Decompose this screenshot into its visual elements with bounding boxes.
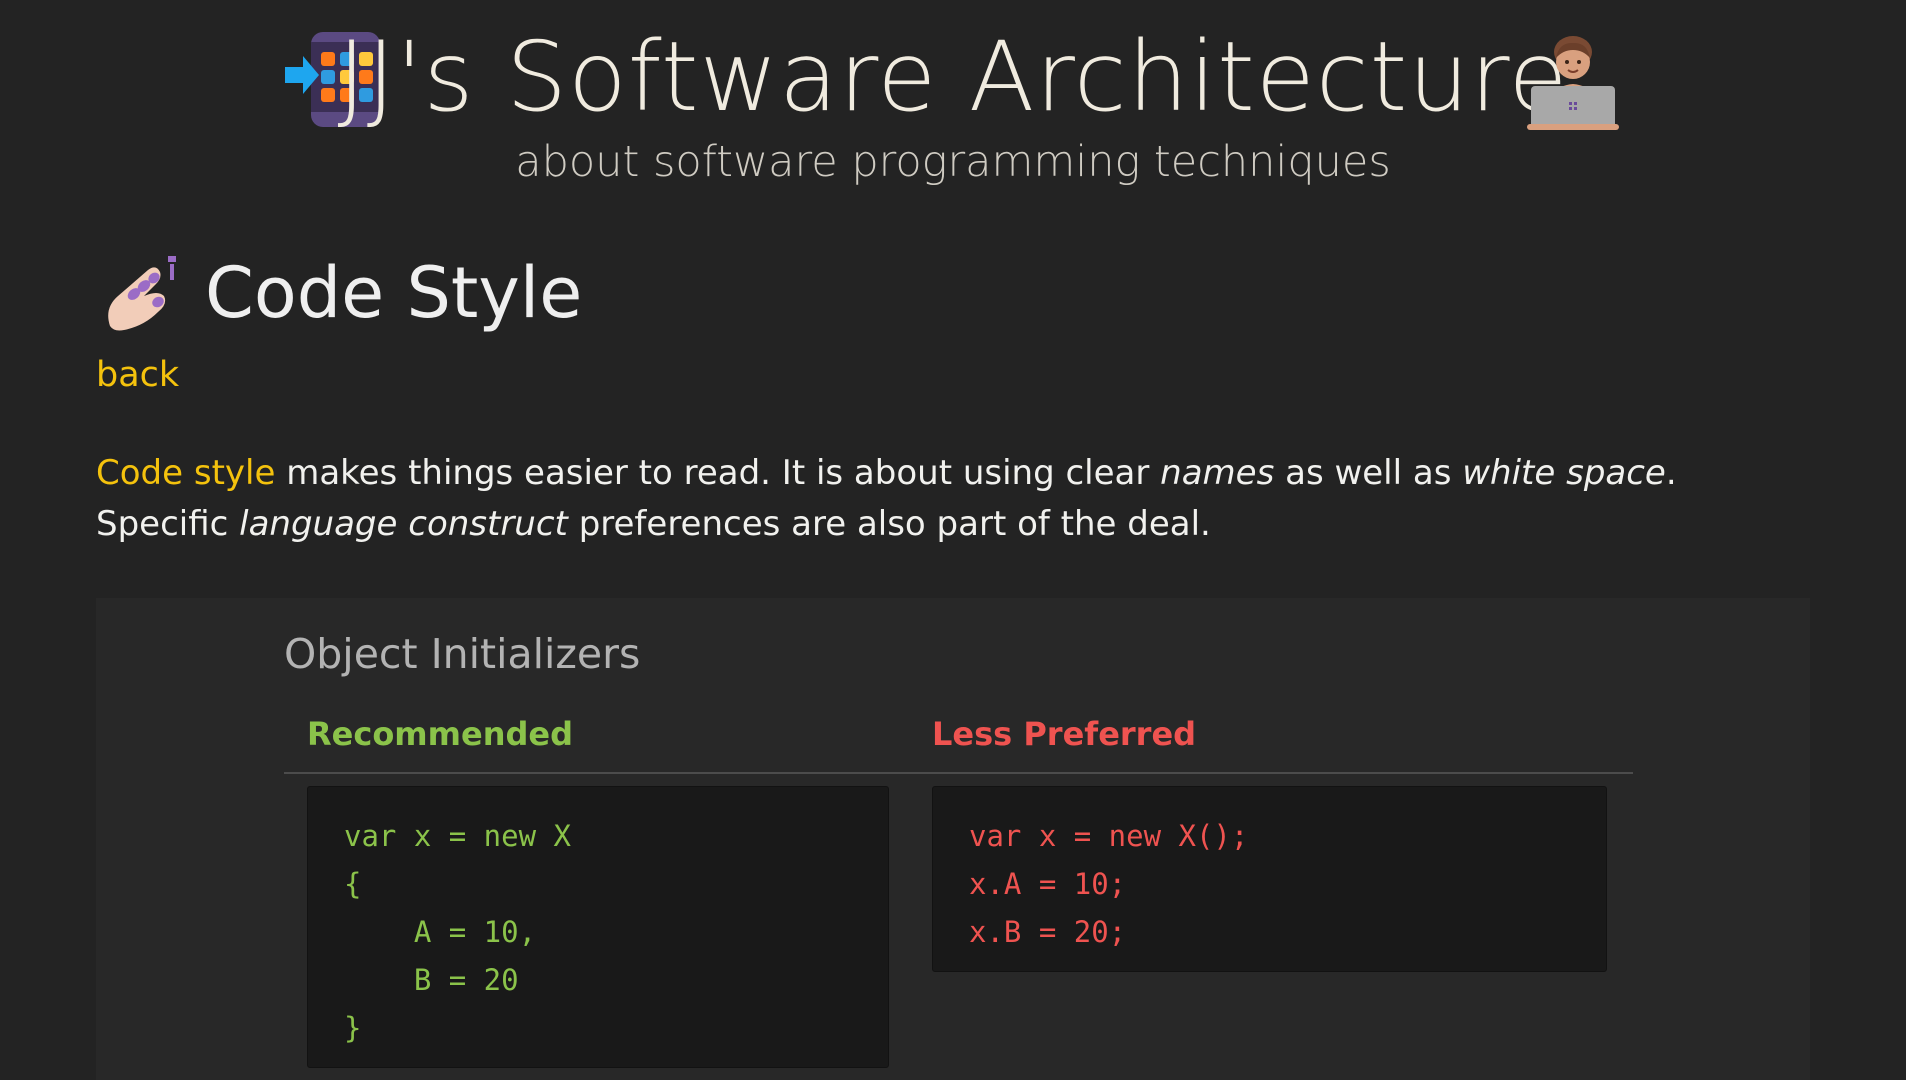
intro-text-4: Specific xyxy=(96,504,240,544)
intro-text-2: as well as xyxy=(1274,453,1463,493)
recommended-code-block: var x = new X { A = 10, B = 20 } xyxy=(307,786,889,1068)
intro-text-3: . xyxy=(1665,453,1677,493)
technologist-laptop-icon xyxy=(1527,36,1619,130)
column-divider xyxy=(284,772,1633,774)
intro-emphasis-white-space: white space xyxy=(1462,453,1666,493)
code-style-term: Code style xyxy=(96,453,276,493)
panel-title: Object Initializers xyxy=(284,630,641,678)
intro-text-1: makes things easier to read. It is about… xyxy=(275,453,1161,493)
nail-polish-icon xyxy=(108,256,176,331)
site-subtitle: about software programming techniques xyxy=(515,137,1391,187)
recommended-label: Recommended xyxy=(307,715,573,753)
page: JJ's Software Architecture about softwar… xyxy=(0,0,1906,1080)
intro-text-5: preferences are also part of the deal. xyxy=(567,504,1211,544)
intro-emphasis-language-construct: language construct xyxy=(239,504,568,544)
page-title: Code Style xyxy=(205,252,583,334)
intro-emphasis-names: names xyxy=(1160,453,1275,493)
site-header: JJ's Software Architecture about softwar… xyxy=(0,0,1906,200)
back-link[interactable]: back xyxy=(96,352,179,398)
object-initializers-panel: Object Initializers Recommended Less Pre… xyxy=(96,598,1810,1080)
less-preferred-label: Less Preferred xyxy=(932,715,1197,753)
intro-paragraph: Code style makes things easier to read. … xyxy=(96,448,1746,550)
less-preferred-code-block: var x = new X(); x.A = 10; x.B = 20; xyxy=(932,786,1607,972)
